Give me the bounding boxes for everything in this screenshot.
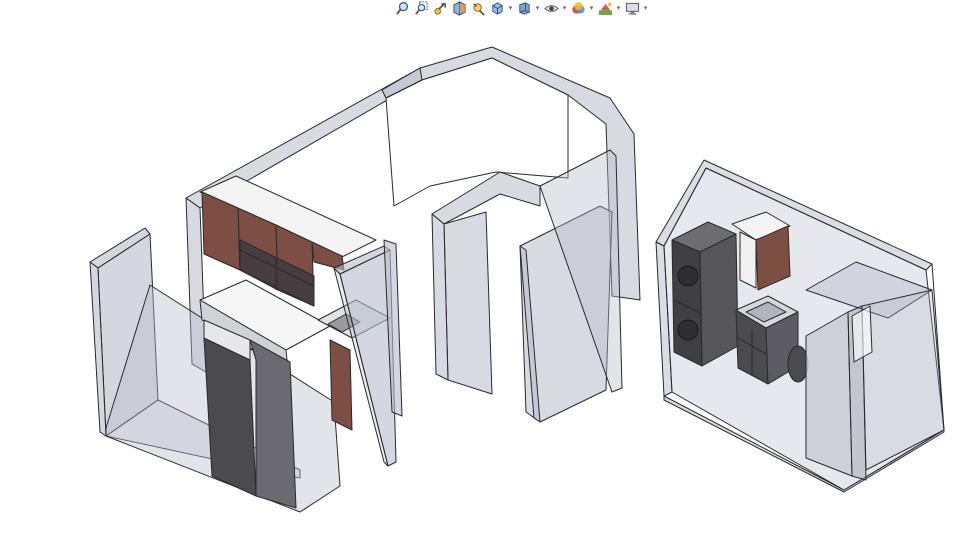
section-view-icon[interactable]: [451, 0, 467, 16]
hallway-walls: [431, 149, 623, 423]
view-orientation-dropdown-icon[interactable]: ▾: [508, 4, 513, 12]
view-orientation-cube-icon[interactable]: [489, 0, 505, 16]
shower-enclosure: [805, 261, 945, 481]
graphics-viewport[interactable]: [0, 22, 960, 536]
washer-dryer-stack: [671, 221, 739, 367]
eye-icon[interactable]: [543, 0, 559, 16]
zoom-to-fit-icon[interactable]: [394, 0, 410, 16]
view-settings-dropdown-icon[interactable]: ▾: [643, 4, 648, 12]
appearance-sphere-icon[interactable]: [570, 0, 586, 16]
medicine-cabinet: [731, 211, 791, 291]
zoom-to-area-icon[interactable]: [413, 0, 429, 16]
heads-up-view-toolbar: ▾ ▾ ▾ ▾ ▾ ▾: [394, 0, 648, 16]
display-style-icon[interactable]: [516, 0, 532, 16]
display-style-dropdown-icon[interactable]: ▾: [535, 4, 540, 12]
scene-icon[interactable]: [597, 0, 613, 16]
toilet: [787, 345, 809, 383]
previous-view-icon[interactable]: [432, 0, 448, 16]
monitor-icon[interactable]: [624, 0, 640, 16]
appearance-dropdown-icon[interactable]: ▾: [589, 4, 594, 12]
floor-plan-model: [89, 46, 945, 513]
hide-show-dropdown-icon[interactable]: ▾: [562, 4, 567, 12]
scene-dropdown-icon[interactable]: ▾: [616, 4, 621, 12]
annotation-icon[interactable]: [470, 0, 486, 16]
